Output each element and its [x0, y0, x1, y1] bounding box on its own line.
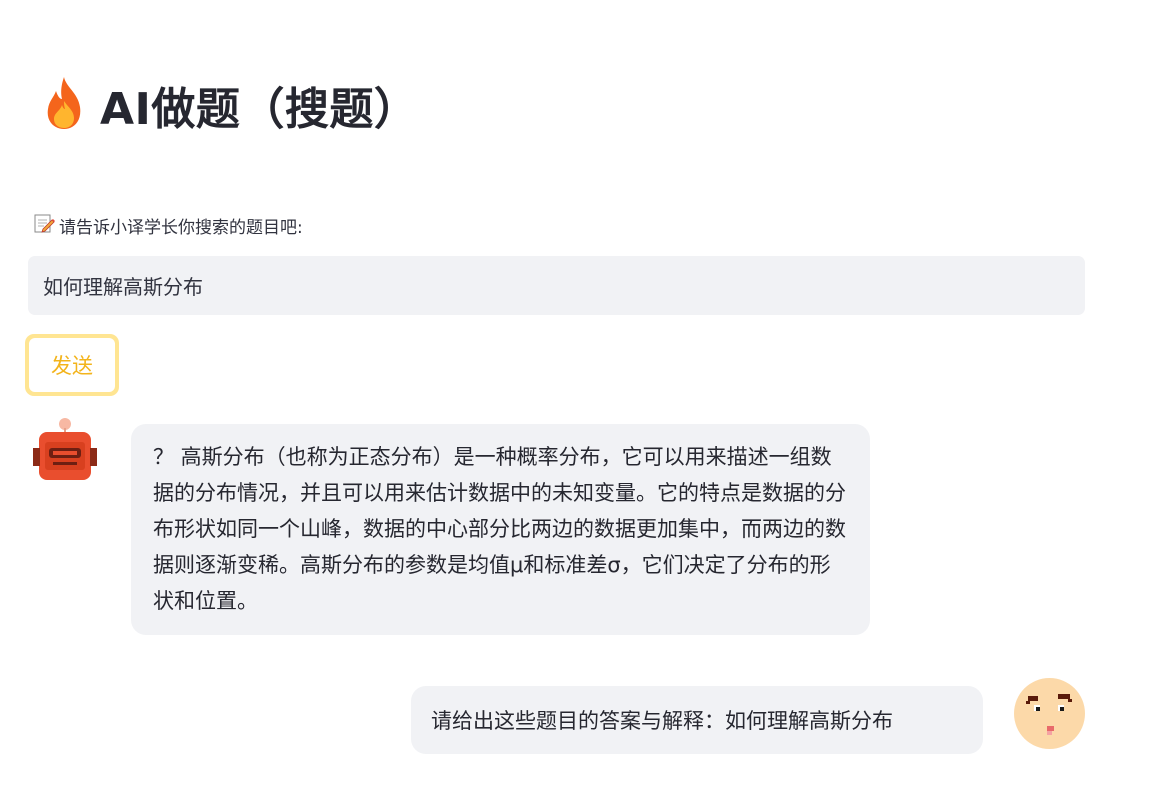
- send-button-label: 发送: [29, 338, 115, 392]
- user-message-bubble: 请给出这些题目的答案与解释：如何理解高斯分布: [411, 686, 983, 754]
- send-button[interactable]: 发送: [25, 334, 119, 396]
- question-input-container[interactable]: [28, 256, 1085, 315]
- robot-icon: [33, 416, 97, 482]
- question-label-text: 请告诉小译学长你搜索的题目吧:: [59, 218, 303, 238]
- page-title-text: AI做题（搜题）: [100, 84, 419, 135]
- question-label: 请告诉小译学长你搜索的题目吧:: [33, 212, 303, 239]
- memo-icon: [33, 212, 55, 239]
- page-title: AI做题（搜题）: [40, 70, 418, 140]
- user-message-text: 请给出这些题目的答案与解释：如何理解高斯分布: [431, 709, 893, 733]
- question-input[interactable]: [41, 272, 1072, 299]
- bot-message-bubble: ？ 高斯分布（也称为正态分布）是一种概率分布，它可以用来描述一组数据的分布情况，…: [131, 424, 870, 635]
- face-avatar-icon: [1014, 678, 1085, 749]
- fire-icon: [40, 75, 88, 135]
